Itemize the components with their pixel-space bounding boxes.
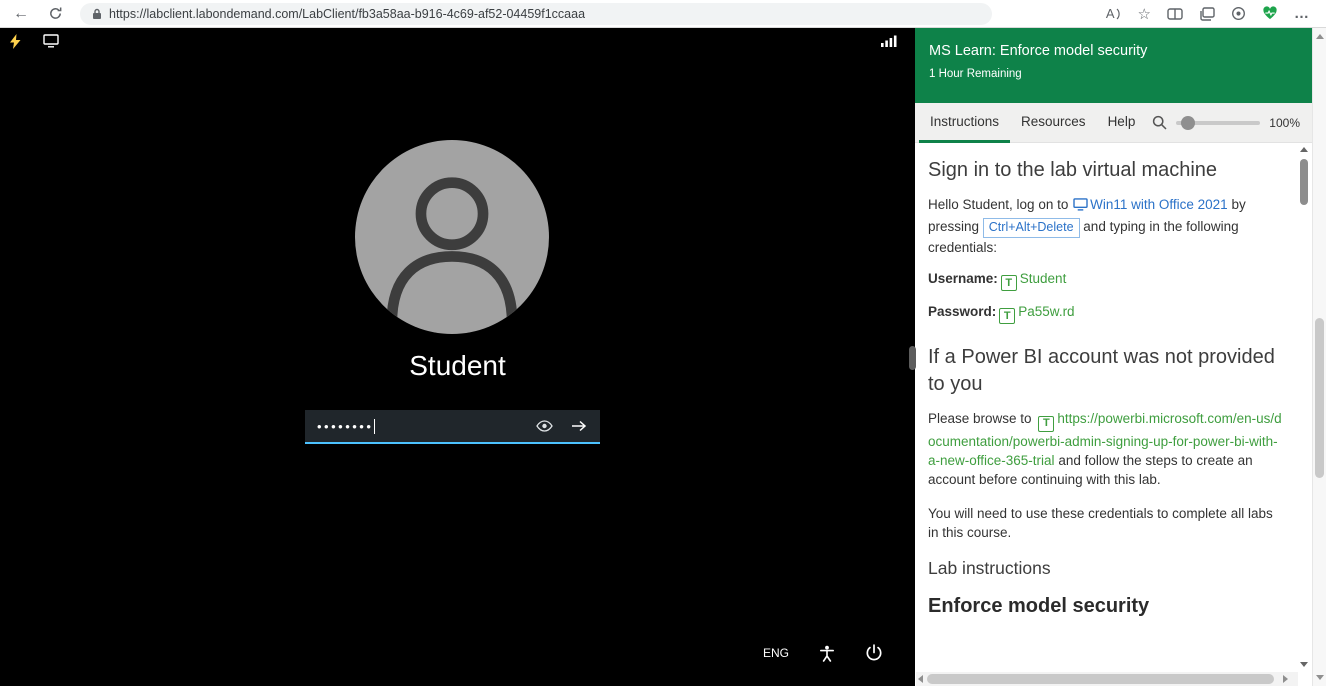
password-value[interactable]: Pa55w.rd	[1018, 304, 1074, 319]
type-text-icon[interactable]: T	[1038, 416, 1055, 433]
signin-heading: Sign in to the lab virtual machine	[928, 159, 1218, 181]
zoom-level: 100%	[1269, 115, 1300, 130]
zoom-slider[interactable]	[1176, 115, 1261, 130]
copilot-icon[interactable]	[1231, 6, 1246, 21]
person-silhouette-icon	[386, 177, 518, 328]
language-switcher[interactable]: ENG	[763, 646, 789, 660]
instructions-horizontal-scrollbar[interactable]	[916, 672, 1298, 686]
scrollbar-thumb[interactable]	[1315, 318, 1324, 478]
scroll-down-icon[interactable]	[1316, 675, 1324, 680]
username-label: Username:	[928, 271, 998, 287]
login-bottom-bar: ENG	[763, 644, 883, 662]
panel-tabs: Instructions Resources Help 100%	[915, 103, 1312, 143]
p2-before: Please browse to	[928, 411, 1036, 427]
vm-login-screen: Student •••••••• ENG	[0, 54, 915, 686]
zoom-controls: 100%	[1152, 115, 1312, 130]
scroll-up-icon[interactable]	[1316, 34, 1324, 39]
lab-title-header: MS Learn: Enforce model security	[929, 43, 1148, 59]
split-screen-icon[interactable]	[1167, 7, 1183, 21]
scroll-left-icon[interactable]	[918, 675, 923, 683]
instructions-vertical-scrollbar[interactable]	[1300, 147, 1309, 667]
read-aloud-icon[interactable]: A	[1106, 6, 1122, 21]
scrollbar-thumb[interactable]	[927, 674, 1274, 684]
search-icon[interactable]	[1152, 115, 1167, 130]
vm-link-monitor-icon	[1073, 198, 1088, 214]
browser-chrome: ← https://labclient.labondemand.com/LabC…	[0, 0, 1326, 28]
address-bar[interactable]: https://labclient.labondemand.com/LabCli…	[80, 2, 992, 25]
password-label: Password:	[928, 304, 997, 320]
panel-splitter-handle[interactable]	[909, 346, 916, 370]
type-text-icon[interactable]: T	[1000, 275, 1017, 292]
lab-instructions-panel: MS Learn: Enforce model security 1 Hour …	[915, 28, 1312, 686]
text-caret	[374, 418, 376, 434]
signin-paragraph: Hello Student, log on to Win11 with Offi…	[928, 195, 1283, 257]
password-row: Password: T Pa55w.rd	[928, 304, 1283, 325]
back-icon[interactable]: ←	[8, 2, 34, 26]
scrollbar-thumb[interactable]	[1300, 159, 1308, 205]
user-avatar	[355, 140, 549, 334]
submit-password-arrow-icon[interactable]	[567, 416, 591, 436]
login-username: Student	[409, 350, 506, 381]
scroll-right-icon[interactable]	[1283, 675, 1288, 683]
scroll-down-icon[interactable]	[1300, 662, 1308, 667]
tab-resources[interactable]: Resources	[1010, 103, 1097, 143]
username-value[interactable]: Student	[1020, 271, 1067, 286]
lab-exercise-title: Enforce model security	[928, 594, 1150, 617]
lab-header: MS Learn: Enforce model security 1 Hour …	[915, 28, 1312, 103]
tab-help[interactable]: Help	[1097, 103, 1147, 143]
reveal-password-eye-icon[interactable]	[532, 416, 557, 436]
powerbi-paragraph: Please browse to Thttps://powerbi.micros…	[928, 409, 1283, 489]
connection-signal-icon[interactable]	[881, 35, 897, 47]
p1-before: Hello Student, log on to	[928, 197, 1073, 213]
power-icon[interactable]	[865, 644, 883, 662]
username-row: Username: T Student	[928, 271, 1283, 292]
vm-display-icon[interactable]	[43, 34, 59, 48]
url-text: https://labclient.labondemand.com/LabCli…	[109, 6, 586, 21]
collections-icon[interactable]	[1199, 6, 1215, 21]
tab-instructions[interactable]: Instructions	[919, 103, 1011, 143]
page-vertical-scrollbar[interactable]	[1312, 28, 1326, 686]
lab-actions-lightning-icon[interactable]	[10, 33, 21, 49]
lock-icon	[92, 8, 102, 20]
zoom-slider-knob[interactable]	[1181, 115, 1196, 130]
browser-toolbar-right: A ☆ …	[1106, 5, 1326, 23]
lab-instructions-heading: Lab instructions	[928, 557, 1051, 578]
credentials-note: You will need to use these credentials t…	[928, 505, 1273, 540]
instructions-content: Sign in to the lab virtual machine Hello…	[915, 143, 1298, 672]
accessibility-icon[interactable]	[819, 645, 835, 662]
time-remaining: 1 Hour Remaining	[929, 68, 1022, 80]
password-masked-value: ••••••••	[317, 418, 374, 434]
powerbi-heading: If a Power BI account was not provided t…	[928, 346, 1275, 395]
favorites-icon[interactable]: ☆	[1138, 5, 1151, 23]
browser-essentials-icon[interactable]	[1262, 6, 1278, 21]
scroll-up-icon[interactable]	[1300, 147, 1308, 152]
refresh-icon[interactable]	[42, 2, 68, 26]
vm-viewport: Student •••••••• ENG	[0, 28, 915, 686]
password-input[interactable]: ••••••••	[305, 410, 600, 444]
ctrl-alt-delete-button[interactable]: Ctrl+Alt+Delete	[982, 217, 1080, 239]
main-area: Student •••••••• ENG MS Learn: Enforce m…	[0, 28, 1326, 686]
vm-link[interactable]: Win11 with Office 2021	[1090, 197, 1228, 212]
type-text-icon[interactable]: T	[999, 308, 1016, 325]
vm-toolbar	[0, 28, 915, 54]
more-menu-icon[interactable]: …	[1294, 5, 1310, 22]
